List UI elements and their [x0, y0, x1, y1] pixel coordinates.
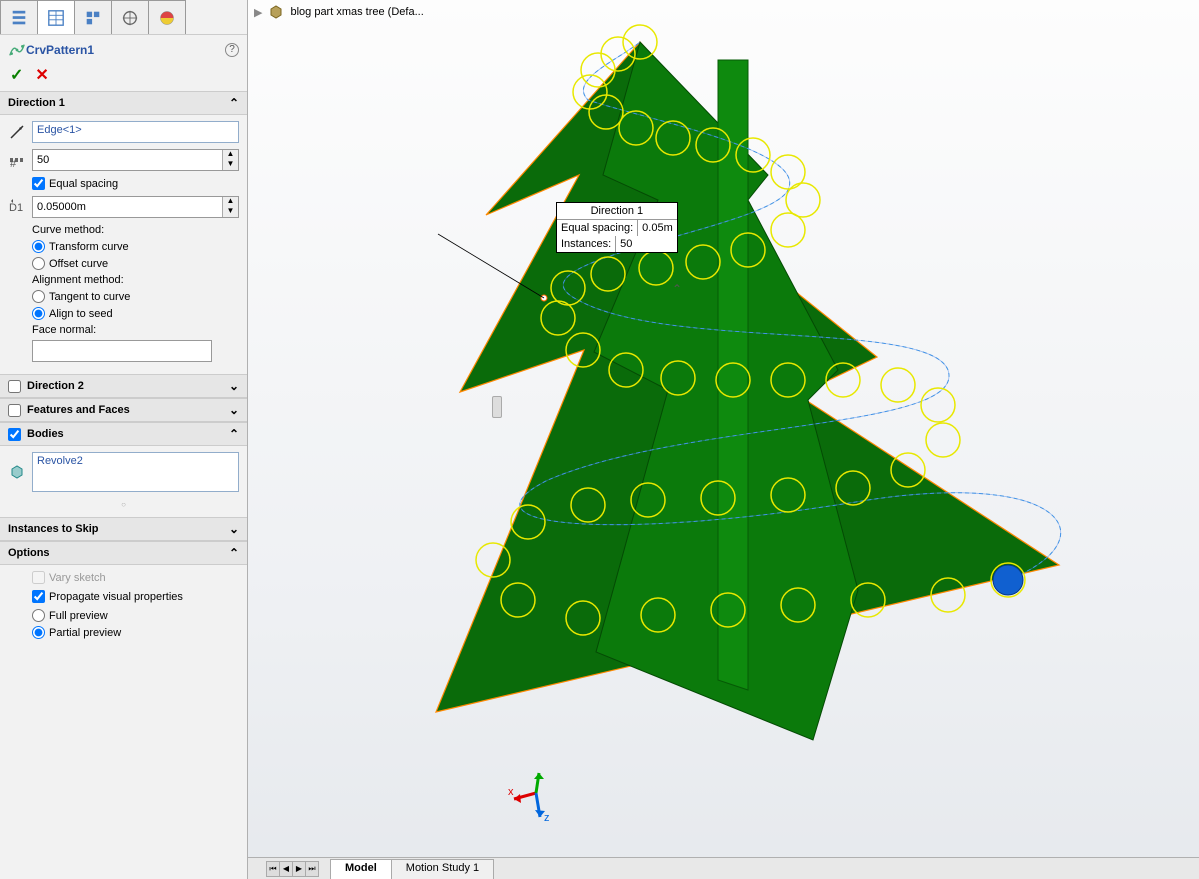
svg-text:z: z — [544, 812, 550, 824]
3d-viewport[interactable]: ▶ blog part xmas tree (Defa... — [248, 0, 1199, 879]
chevron-up-icon: ⌃ — [229, 546, 239, 560]
nav-first[interactable]: ⏮ — [266, 861, 280, 877]
callout-spacing-value[interactable]: 0.05m — [638, 220, 677, 236]
feature-header: CrvPattern1 ? — [0, 35, 247, 65]
grabber-icon[interactable]: ○ — [8, 498, 239, 511]
view-triad[interactable]: x z — [506, 765, 566, 825]
equal-spacing-checkbox[interactable] — [32, 177, 45, 190]
instances-input[interactable]: 50▲▼ — [32, 149, 239, 171]
body-icon — [8, 463, 26, 481]
crvpattern-icon — [8, 41, 26, 59]
cancel-button[interactable]: ✕ — [35, 65, 48, 85]
propagate-checkbox[interactable] — [32, 590, 45, 603]
spin-down[interactable]: ▼ — [223, 160, 238, 170]
configmgr-tab[interactable] — [74, 0, 112, 34]
features-faces-checkbox[interactable] — [8, 404, 21, 417]
bodies-checkbox[interactable] — [8, 428, 21, 441]
spacing-icon: D1 — [8, 198, 26, 216]
instances-icon: # — [8, 151, 26, 169]
panel-tabs — [0, 0, 247, 35]
instances-skip-section[interactable]: Instances to Skip ⌄ — [0, 517, 247, 541]
bottom-tabs: ⏮ ◀ ▶ ⏭ Model Motion Study 1 — [248, 857, 1199, 879]
direction1-section[interactable]: Direction 1 ⌃ — [0, 91, 247, 115]
svg-text:#: # — [10, 158, 17, 168]
callout-title: Direction 1 — [557, 203, 677, 220]
feature-name: CrvPattern1 — [26, 43, 225, 57]
nav-last[interactable]: ⏭ — [305, 861, 319, 877]
svg-text:D1: D1 — [9, 202, 23, 214]
dimxpert-tab[interactable] — [111, 0, 149, 34]
alignment-method-label: Alignment method: — [32, 274, 239, 286]
tangent-curve-radio[interactable] — [32, 290, 45, 303]
display-tab[interactable] — [148, 0, 186, 34]
chevron-down-icon: ⌄ — [229, 403, 239, 417]
partial-preview-radio[interactable] — [32, 626, 45, 639]
transform-curve-radio[interactable] — [32, 240, 45, 253]
callout-collapse-icon[interactable]: ⌃ — [672, 282, 682, 296]
callout[interactable]: Direction 1 Equal spacing:0.05m Instance… — [556, 202, 678, 253]
ok-cancel-row: ✓ ✕ — [0, 65, 247, 91]
propertymgr-tab[interactable] — [37, 0, 75, 34]
svg-text:x: x — [508, 786, 514, 798]
motion-study-tab[interactable]: Motion Study 1 — [391, 859, 494, 879]
chevron-up-icon: ⌃ — [229, 427, 239, 441]
offset-curve-radio[interactable] — [32, 257, 45, 270]
callout-instances-value[interactable]: 50 — [616, 236, 636, 252]
equal-spacing-label: Equal spacing — [49, 178, 118, 190]
spin-down[interactable]: ▼ — [223, 207, 238, 217]
chevron-down-icon: ⌄ — [229, 522, 239, 536]
features-faces-section[interactable]: Features and Faces ⌄ — [0, 398, 247, 422]
curve-method-label: Curve method: — [32, 224, 239, 236]
model-tab[interactable]: Model — [330, 859, 392, 879]
direction2-section[interactable]: Direction 2 ⌄ — [0, 374, 247, 398]
tree-model — [248, 0, 1199, 857]
ok-button[interactable]: ✓ — [10, 65, 23, 85]
options-section[interactable]: Options ⌃ — [0, 541, 247, 565]
chevron-down-icon: ⌄ — [229, 379, 239, 393]
seed-sphere[interactable] — [993, 565, 1023, 595]
property-manager-panel: CrvPattern1 ? ✓ ✕ Direction 1 ⌃ Edge<1> … — [0, 0, 248, 879]
nav-next[interactable]: ▶ — [292, 861, 306, 877]
align-seed-radio[interactable] — [32, 307, 45, 320]
direction-edge-input[interactable]: Edge<1> — [32, 121, 239, 143]
nav-prev[interactable]: ◀ — [279, 861, 293, 877]
bodies-section[interactable]: Bodies ⌃ — [0, 422, 247, 446]
face-normal-label: Face normal: — [32, 324, 239, 336]
direction-icon[interactable] — [8, 123, 26, 141]
featuremgr-tab[interactable] — [0, 0, 38, 34]
direction2-checkbox[interactable] — [8, 380, 21, 393]
help-icon[interactable]: ? — [225, 43, 239, 57]
vary-sketch-checkbox — [32, 571, 45, 584]
direction1-title: Direction 1 — [8, 97, 65, 109]
chevron-up-icon: ⌃ — [229, 96, 239, 110]
leader-line — [438, 234, 544, 298]
full-preview-radio[interactable] — [32, 609, 45, 622]
face-normal-input[interactable] — [32, 340, 212, 362]
bodies-input[interactable]: Revolve2 — [32, 452, 239, 492]
spacing-input[interactable]: 0.05000m▲▼ — [32, 196, 239, 218]
